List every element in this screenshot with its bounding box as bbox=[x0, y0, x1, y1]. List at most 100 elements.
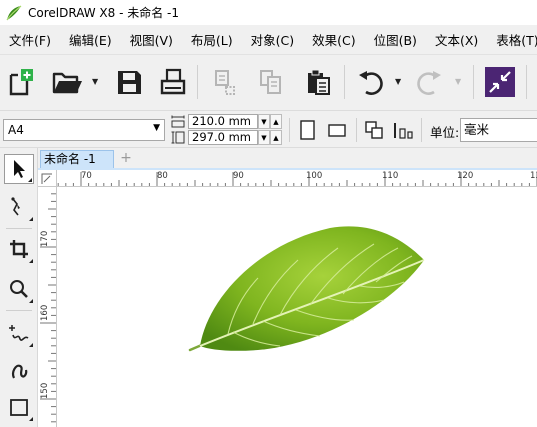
paper-size-value: A4 bbox=[8, 123, 24, 137]
artistic-media-tool[interactable] bbox=[4, 356, 34, 386]
menu-bar: 文件(F) 编辑(E) 视图(V) 布局(L) 对象(C) 效果(C) 位图(B… bbox=[0, 25, 537, 54]
undo-dropdown-icon[interactable]: ▼ bbox=[395, 77, 401, 86]
crop-tool[interactable] bbox=[4, 234, 34, 264]
height-icon bbox=[171, 131, 185, 144]
freehand-icon bbox=[9, 325, 29, 341]
unit-label: 单位: bbox=[430, 125, 460, 140]
shape-tool[interactable] bbox=[4, 192, 34, 222]
landscape-icon bbox=[328, 124, 346, 137]
pick-tool[interactable] bbox=[4, 154, 34, 184]
toolbox-separator bbox=[6, 310, 32, 311]
toolbar-separator bbox=[473, 65, 474, 99]
flyout-indicator bbox=[29, 417, 33, 421]
width-field-row: 210.0 mm ▼ ▲ bbox=[171, 114, 284, 129]
ruler-label: 110 bbox=[382, 171, 399, 181]
add-tab-button[interactable]: + bbox=[118, 151, 134, 167]
rectangle-tool[interactable] bbox=[4, 392, 34, 422]
standard-toolbar: ▼ ▼ ▼ bbox=[0, 54, 537, 110]
redo-dropdown-icon[interactable]: ▼ bbox=[455, 77, 461, 86]
ruler-label: 70 bbox=[81, 171, 92, 181]
menu-table[interactable]: 表格(T) bbox=[487, 30, 537, 49]
title-bar: CorelDRAW X8 - 未命名 -1 bbox=[0, 0, 537, 25]
propbar-separator bbox=[289, 118, 290, 142]
height-field-row: 297.0 mm ▼ ▲ bbox=[171, 130, 284, 145]
paste-icon[interactable] bbox=[301, 65, 335, 99]
flyout-indicator bbox=[29, 299, 33, 303]
tab-document[interactable]: 未命名 -1 bbox=[40, 150, 114, 168]
chevron-down-icon: ▼ bbox=[153, 123, 160, 133]
pointer-icon bbox=[14, 160, 25, 178]
landscape-button[interactable] bbox=[324, 118, 350, 142]
current-page-button[interactable] bbox=[390, 118, 416, 142]
all-pages-button[interactable] bbox=[361, 118, 387, 142]
paper-size-select[interactable]: A4 ▼ bbox=[3, 119, 165, 141]
import-icon[interactable] bbox=[208, 65, 242, 99]
all-pages-icon bbox=[365, 121, 383, 139]
propbar-separator bbox=[356, 118, 357, 142]
undo-icon[interactable] bbox=[354, 65, 388, 99]
unit-select[interactable]: 毫米 bbox=[460, 118, 537, 142]
menu-text[interactable]: 文本(X) bbox=[426, 30, 487, 49]
menu-effects[interactable]: 效果(C) bbox=[303, 30, 364, 49]
flyout-indicator bbox=[29, 343, 33, 347]
menu-object[interactable]: 对象(C) bbox=[242, 30, 303, 49]
ruler-label: 80 bbox=[157, 171, 168, 181]
leaf-image[interactable] bbox=[58, 188, 537, 427]
dropdown-icon[interactable]: ▼ bbox=[258, 114, 270, 129]
portrait-button[interactable] bbox=[295, 118, 321, 142]
redo-icon[interactable] bbox=[412, 65, 446, 99]
zoom-icon bbox=[10, 280, 28, 298]
shape-edit-icon bbox=[11, 197, 20, 216]
ruler-origin[interactable] bbox=[38, 170, 57, 187]
open-dropdown-icon[interactable]: ▼ bbox=[92, 77, 98, 86]
toolbox-separator bbox=[6, 228, 32, 229]
zoom-tool[interactable] bbox=[4, 274, 34, 304]
menu-view[interactable]: 视图(V) bbox=[121, 30, 182, 49]
ruler-origin-icon bbox=[41, 173, 52, 184]
portrait-icon bbox=[300, 120, 315, 140]
drawing-canvas[interactable] bbox=[58, 188, 537, 427]
save-icon[interactable] bbox=[112, 65, 146, 99]
width-stepper[interactable]: ▼ ▲ bbox=[258, 114, 282, 129]
menu-file[interactable]: 文件(F) bbox=[0, 30, 60, 49]
propbar-separator bbox=[421, 118, 422, 142]
ruler-label: 90 bbox=[233, 171, 244, 181]
page-layout-icon bbox=[394, 123, 413, 139]
unit-value: 毫米 bbox=[464, 122, 490, 137]
ruler-label: 100 bbox=[306, 171, 323, 181]
toolbox bbox=[0, 148, 38, 427]
snap-icon[interactable] bbox=[483, 65, 517, 99]
flyout-indicator bbox=[29, 259, 33, 263]
property-bar: A4 ▼ 210.0 mm ▼ ▲ 297.0 mm ▼ ▲ 单位: 毫米 bbox=[0, 110, 537, 148]
new-document-icon[interactable] bbox=[4, 65, 38, 99]
export-icon[interactable] bbox=[254, 65, 288, 99]
print-icon[interactable] bbox=[156, 65, 190, 99]
height-stepper[interactable]: ▼ ▲ bbox=[258, 130, 282, 145]
window-title: CorelDRAW X8 - 未命名 -1 bbox=[28, 6, 180, 20]
width-input[interactable]: 210.0 mm bbox=[188, 114, 258, 129]
ruler-label: 120 bbox=[457, 171, 474, 181]
freehand-tool[interactable] bbox=[4, 318, 34, 348]
artistic-media-icon bbox=[12, 364, 28, 379]
menu-bitmaps[interactable]: 位图(B) bbox=[365, 30, 426, 49]
flyout-indicator bbox=[28, 178, 32, 182]
toolbar-separator bbox=[526, 65, 527, 99]
crop-icon bbox=[10, 240, 28, 258]
height-input[interactable]: 297.0 mm bbox=[188, 130, 258, 145]
ruler-label: 170 bbox=[40, 230, 50, 247]
menu-layout[interactable]: 布局(L) bbox=[182, 30, 242, 49]
horizontal-ruler[interactable]: 70 80 90 100 110 120 130 bbox=[57, 170, 537, 187]
toolbar-separator bbox=[197, 65, 198, 99]
spin-arrows-icon[interactable]: ▲ bbox=[270, 130, 282, 145]
dropdown-icon[interactable]: ▼ bbox=[258, 130, 270, 145]
document-tab-strip: 未命名 -1 + bbox=[38, 148, 537, 168]
spin-arrows-icon[interactable]: ▲ bbox=[270, 114, 282, 129]
open-folder-icon[interactable] bbox=[50, 65, 84, 99]
ruler-label: 130 bbox=[530, 171, 537, 181]
menu-edit[interactable]: 编辑(E) bbox=[60, 30, 121, 49]
flyout-indicator bbox=[29, 217, 33, 221]
rectangle-icon bbox=[10, 399, 28, 416]
vertical-ruler[interactable]: 170 160 150 bbox=[38, 187, 57, 427]
width-icon bbox=[171, 115, 185, 128]
toolbar-separator bbox=[344, 65, 345, 99]
